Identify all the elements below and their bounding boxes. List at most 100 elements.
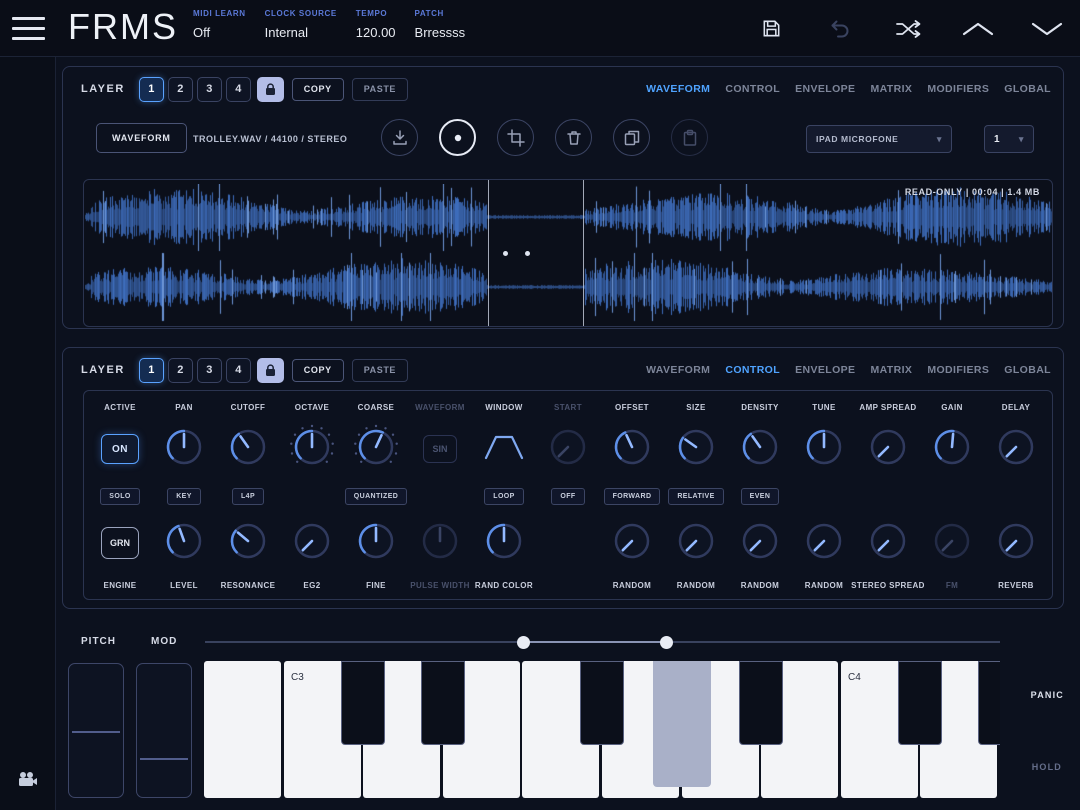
loop-button[interactable]: LOOP — [484, 487, 524, 505]
key-a-3[interactable] — [739, 661, 783, 745]
tempo-value[interactable]: 120.00 — [356, 25, 396, 40]
stereo-spread-knob[interactable] — [865, 518, 911, 569]
level-knob[interactable] — [161, 518, 207, 569]
tab-global[interactable]: GLOBAL — [1004, 83, 1051, 95]
copy-button[interactable]: COPY — [291, 77, 344, 101]
random-knob[interactable] — [801, 518, 847, 569]
trash-icon[interactable] — [555, 119, 592, 156]
size-knob[interactable] — [673, 424, 719, 475]
tempo-field[interactable]: TEMPO 120.00 — [356, 9, 396, 40]
undo-icon[interactable] — [821, 10, 859, 48]
record-icon[interactable] — [439, 119, 476, 156]
patch-field[interactable]: PATCH Brressss — [415, 9, 466, 40]
tab-envelope[interactable]: ENVELOPE — [795, 83, 855, 95]
randomize-icon[interactable] — [890, 10, 928, 48]
layer-1-button[interactable]: 1 — [138, 76, 164, 102]
pan-knob[interactable] — [161, 424, 207, 475]
playhead-cursor[interactable] — [488, 180, 489, 326]
random-knob[interactable] — [609, 518, 655, 569]
density-knob[interactable] — [737, 424, 783, 475]
patch-value[interactable]: Brressss — [415, 25, 466, 40]
chevron-down-icon[interactable] — [1028, 10, 1066, 48]
coarse-knob[interactable] — [353, 424, 399, 475]
random-knob[interactable] — [737, 518, 783, 569]
paste-button[interactable]: PASTE — [351, 358, 409, 382]
panic-button[interactable]: PANIC — [1031, 690, 1064, 700]
range-slider-handle-right[interactable] — [660, 636, 673, 649]
key-c-4[interactable] — [898, 661, 942, 745]
lock-button[interactable] — [256, 357, 284, 383]
chevron-up-icon[interactable] — [959, 10, 997, 48]
tab-waveform[interactable]: WAVEFORM — [646, 364, 710, 376]
crop-icon[interactable] — [497, 119, 534, 156]
quantized-button[interactable]: QUANTIZED — [344, 487, 408, 505]
channel-select[interactable]: 1 ▾ — [984, 125, 1034, 153]
keyboard-range-slider[interactable] — [205, 636, 1000, 649]
l4p-button[interactable]: L4P — [231, 487, 265, 505]
loop-marker-dot[interactable] — [503, 251, 508, 256]
save-icon[interactable] — [752, 10, 790, 48]
key-d-3[interactable] — [421, 661, 465, 745]
key-d-4[interactable] — [978, 661, 1000, 745]
midi-learn-field[interactable]: MIDI LEARN Off — [193, 9, 246, 40]
paste-button[interactable]: PASTE — [351, 77, 409, 101]
tab-matrix[interactable]: MATRIX — [870, 364, 912, 376]
copy-button[interactable]: COPY — [291, 358, 344, 382]
window-shape-icon[interactable] — [483, 432, 525, 467]
tab-control[interactable]: CONTROL — [725, 83, 780, 95]
fine-knob[interactable] — [353, 518, 399, 569]
rand-color-knob[interactable] — [481, 518, 527, 569]
amp-spread-knob[interactable] — [865, 424, 911, 475]
layer-1-button[interactable]: 1 — [138, 357, 164, 383]
key-c-3[interactable] — [341, 661, 385, 745]
tab-waveform[interactable]: WAVEFORM — [646, 83, 710, 95]
resonance-knob[interactable] — [225, 518, 271, 569]
delay-knob[interactable] — [993, 424, 1039, 475]
layer-3-button[interactable]: 3 — [196, 76, 222, 102]
octave-knob[interactable] — [289, 424, 335, 475]
off-button[interactable]: OFF — [551, 487, 585, 505]
reverb-knob[interactable] — [993, 518, 1039, 569]
waveform-display[interactable]: READ-ONLY | 00:04 | 1.4 MB — [83, 179, 1053, 327]
clock-source-field[interactable]: CLOCK SOURCE Internal — [265, 9, 337, 40]
copy-icon[interactable] — [613, 119, 650, 156]
key-b2[interactable] — [204, 661, 281, 798]
pitch-wheel[interactable] — [68, 663, 124, 798]
solo-button[interactable]: SOLO — [100, 487, 140, 505]
cutoff-knob[interactable] — [225, 424, 271, 475]
layer-4-button[interactable]: 4 — [225, 357, 251, 383]
selection-cursor[interactable] — [583, 180, 584, 326]
tab-modifiers[interactable]: MODIFIERS — [927, 364, 989, 376]
key-button[interactable]: KEY — [167, 487, 201, 505]
tab-global[interactable]: GLOBAL — [1004, 364, 1051, 376]
input-source-select[interactable]: IPAD MICROFONE ▾ — [806, 125, 952, 153]
range-slider-handle-left[interactable] — [517, 636, 530, 649]
layer-2-button[interactable]: 2 — [167, 357, 193, 383]
tab-envelope[interactable]: ENVELOPE — [795, 364, 855, 376]
tab-control[interactable]: CONTROL — [725, 364, 780, 376]
forward-button[interactable]: FORWARD — [603, 487, 661, 505]
key-g-3-pressed[interactable] — [653, 661, 711, 787]
sin-button[interactable]: SIN — [423, 435, 457, 463]
waveform-mode-button[interactable]: WAVEFORM — [96, 123, 187, 153]
layer-3-button[interactable]: 3 — [196, 357, 222, 383]
hold-button[interactable]: HOLD — [1032, 762, 1062, 772]
gain-knob[interactable] — [929, 424, 975, 475]
import-icon[interactable] — [381, 119, 418, 156]
midi-learn-value[interactable]: Off — [193, 25, 246, 40]
even-button[interactable]: EVEN — [740, 487, 780, 505]
eg2-knob[interactable] — [289, 518, 335, 569]
on-button[interactable]: ON — [101, 434, 139, 464]
relative-button[interactable]: RELATIVE — [668, 487, 724, 505]
offset-knob[interactable] — [609, 424, 655, 475]
clock-source-value[interactable]: Internal — [265, 25, 337, 40]
grn-button[interactable]: GRN — [101, 527, 139, 559]
random-knob[interactable] — [673, 518, 719, 569]
piano-keyboard[interactable]: C3 C4 — [204, 661, 1000, 798]
lock-button[interactable] — [256, 76, 284, 102]
key-f-3[interactable] — [580, 661, 624, 745]
tab-matrix[interactable]: MATRIX — [870, 83, 912, 95]
menu-icon[interactable] — [12, 17, 45, 40]
layer-4-button[interactable]: 4 — [225, 76, 251, 102]
tab-modifiers[interactable]: MODIFIERS — [927, 83, 989, 95]
